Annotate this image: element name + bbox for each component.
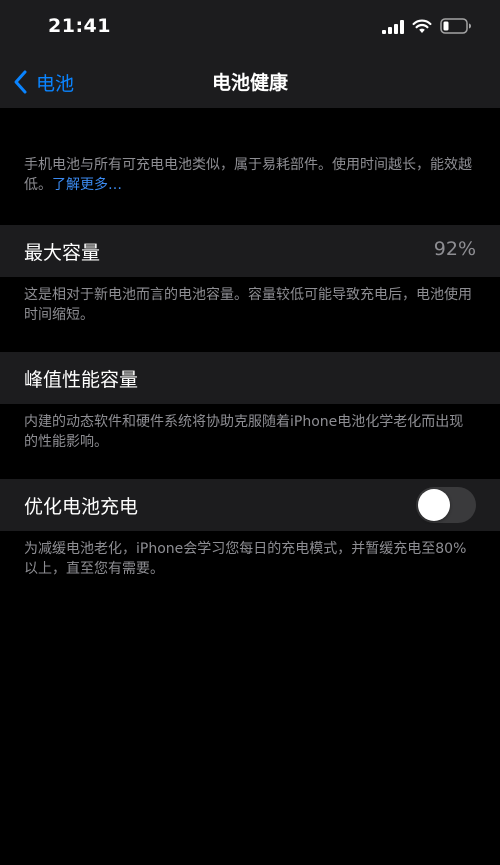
signal-icon xyxy=(382,19,404,38)
optimized-charging-label: 优化电池充电 xyxy=(24,496,139,518)
peak-performance-footer: 内建的动态软件和硬件系统将协助克服随着iPhone电池化学老化而出现的性能影响。 xyxy=(24,414,464,450)
status-bar: 21:41 xyxy=(0,0,500,56)
optimized-charging-row: 优化电池充电 xyxy=(0,479,500,531)
optimized-charging-footer: 为减缓电池老化，iPhone会学习您每日的充电模式，并暂缓充电至80%以上，直至… xyxy=(24,541,467,577)
max-capacity-value: 92% xyxy=(433,238,476,260)
max-capacity-row: 最大容量 92% xyxy=(0,225,500,277)
peak-performance-label: 峰值性能容量 xyxy=(24,369,139,391)
status-time: 21:41 xyxy=(48,15,111,37)
wifi-icon xyxy=(412,19,432,38)
toggle-knob xyxy=(418,489,450,521)
navigation-bar: 电池 电池健康 xyxy=(0,56,500,108)
battery-icon xyxy=(440,18,472,38)
page-title: 电池健康 xyxy=(211,72,288,94)
learn-more-link[interactable]: 了解更多… xyxy=(52,177,122,193)
intro-description: 手机电池与所有可充电电池类似，属于易耗部件。使用时间越长，能效越低。了解更多… xyxy=(24,155,476,195)
optimized-charging-toggle[interactable] xyxy=(416,487,476,523)
max-capacity-label: 最大容量 xyxy=(24,242,101,264)
peak-performance-row: 峰值性能容量 xyxy=(0,352,500,404)
status-icons xyxy=(382,16,472,40)
max-capacity-footer: 这是相对于新电池而言的电池容量。容量较低可能导致充电后，电池使用时间缩短。 xyxy=(24,287,472,323)
